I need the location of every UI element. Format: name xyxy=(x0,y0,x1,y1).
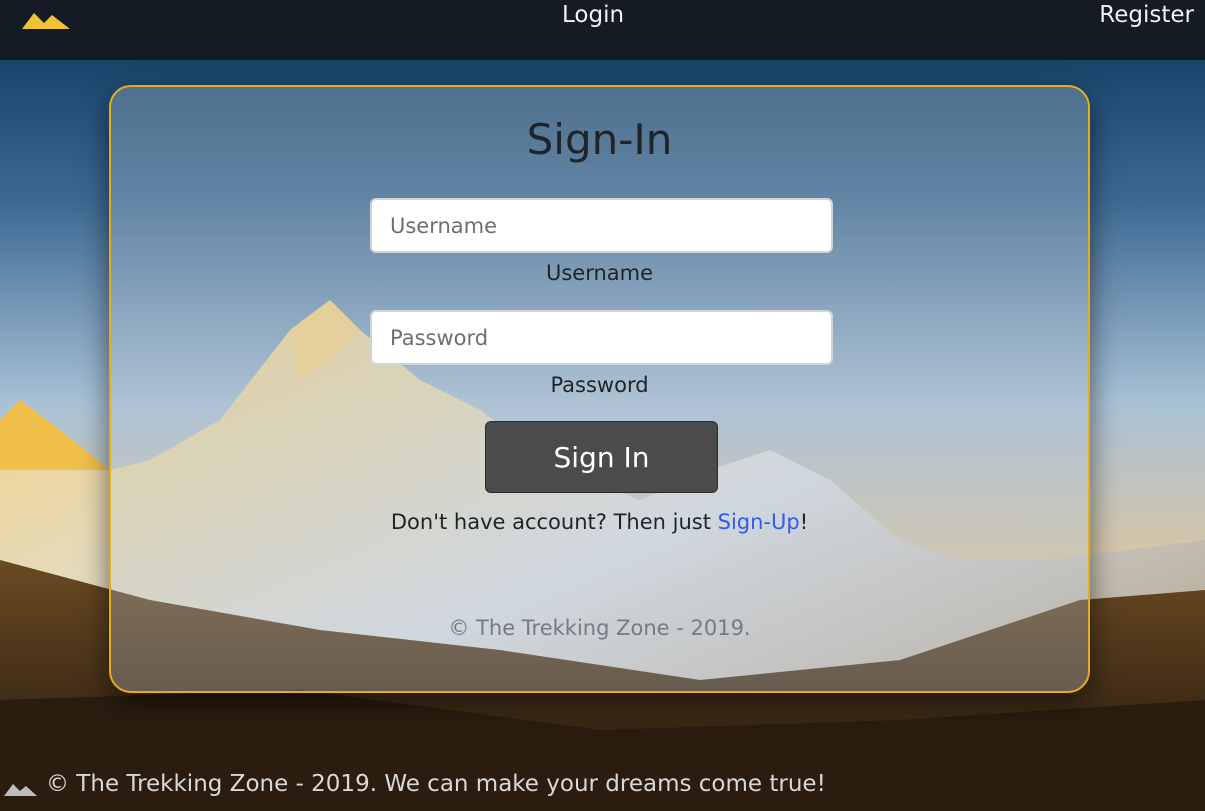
nav-register-link[interactable]: Register xyxy=(1099,2,1194,28)
card-copyright: © The Trekking Zone - 2019. xyxy=(448,616,751,640)
nav-login-link[interactable]: Login xyxy=(562,2,624,28)
signup-prompt-text: Don't have account? Then just xyxy=(390,510,718,534)
mountain-logo-icon[interactable] xyxy=(22,9,72,31)
signup-prompt: Don't have account? Then just Sign-Up! xyxy=(111,510,1088,534)
signup-prompt-suffix: ! xyxy=(799,510,809,534)
page-footer: © The Trekking Zone - 2019. We can make … xyxy=(0,771,1205,811)
signup-link[interactable]: Sign-Up xyxy=(718,510,800,534)
footer-text: © The Trekking Zone - 2019. We can make … xyxy=(46,771,826,797)
username-label: Username xyxy=(545,261,654,285)
password-input[interactable] xyxy=(370,310,833,365)
top-navbar: Login Register xyxy=(0,0,1205,60)
signin-card: Sign-In Username Password Sign In Don't … xyxy=(109,85,1090,693)
username-input[interactable] xyxy=(370,198,833,253)
mountain-icon xyxy=(4,781,38,797)
password-label: Password xyxy=(550,373,649,397)
signin-title: Sign-In xyxy=(526,115,673,164)
signin-button[interactable]: Sign In xyxy=(485,421,718,493)
